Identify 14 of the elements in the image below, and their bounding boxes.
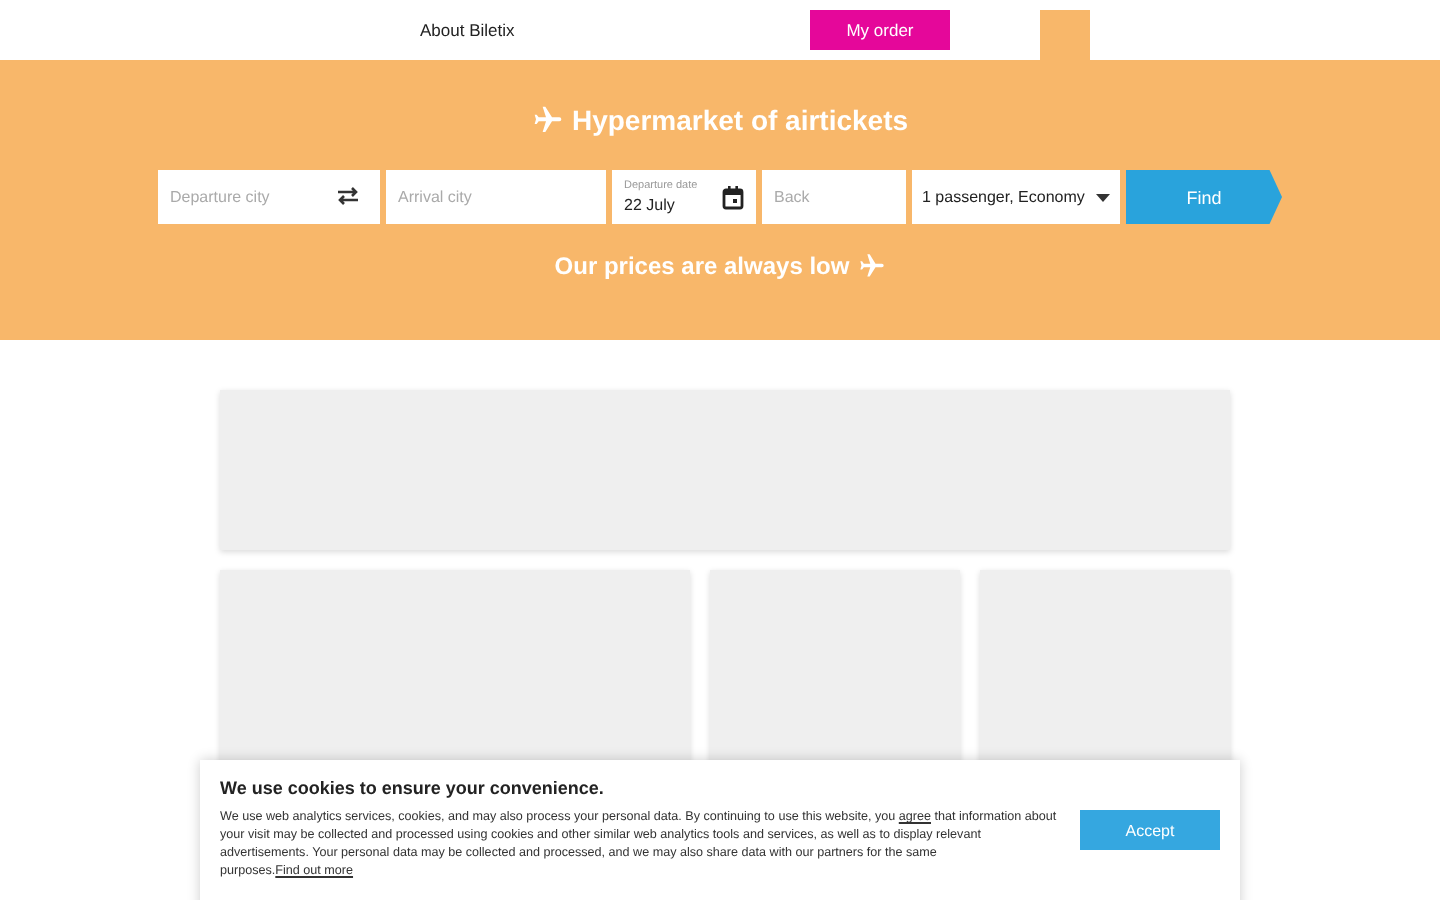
hero-subtitle: Our prices are always low — [554, 252, 850, 280]
departure-field[interactable]: Departure city — [158, 170, 380, 224]
calendar-icon[interactable] — [722, 185, 744, 209]
hero-title: Hypermarket of airtickets — [571, 104, 909, 136]
passengers-select[interactable]: 1 passenger, Economy — [912, 170, 1120, 224]
back-field[interactable]: Back — [762, 170, 906, 224]
cookie-title: We use cookies to ensure your convenience. — [220, 778, 606, 798]
my-order-button[interactable]: My order — [810, 10, 950, 50]
nav-link[interactable]: About Biletix — [420, 20, 810, 40]
caret-icon — [1096, 193, 1110, 201]
swap-icon[interactable] — [336, 186, 360, 206]
airplane-icon — [857, 252, 886, 280]
arrival-field[interactable]: Arrival city — [386, 170, 606, 224]
airplane-icon — [531, 104, 564, 136]
